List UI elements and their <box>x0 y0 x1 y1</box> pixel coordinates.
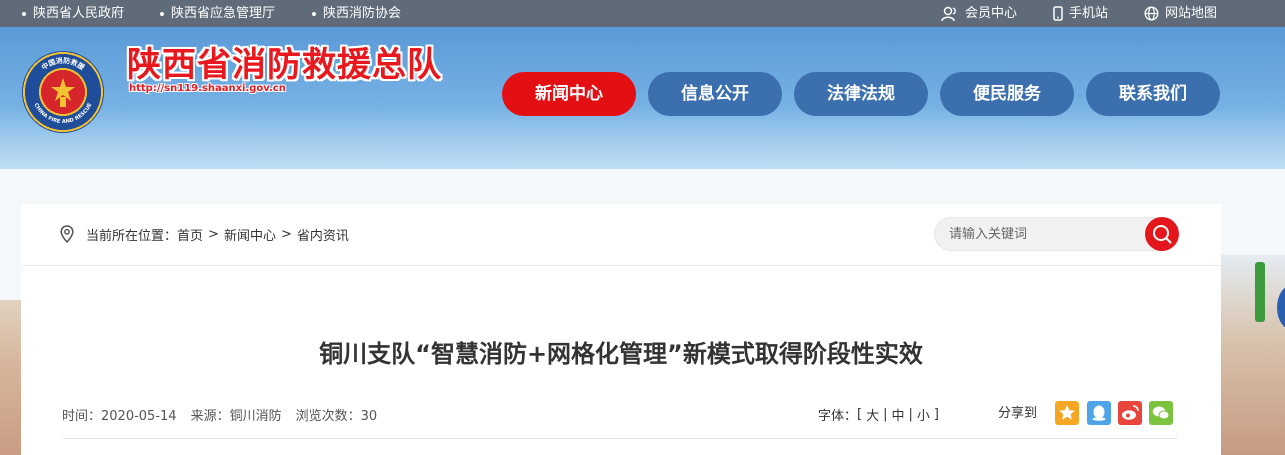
top-link-label: 网站地图 <box>1165 6 1218 21</box>
site-title[interactable]: 陕西省消防救援总队 <box>127 37 442 86</box>
breadcrumb-provincial-news[interactable]: 省内资讯 <box>297 225 349 244</box>
bullet-icon <box>22 11 26 16</box>
top-link-label: 会员中心 <box>965 6 1018 21</box>
globe-icon <box>1144 6 1159 21</box>
svg-text:中国消防救援: 中国消防救援 <box>40 56 87 72</box>
background-photo-left <box>0 300 21 455</box>
publish-time: 时间：2020-05-14 <box>62 408 177 424</box>
emblem-art: 中国消防救援 CHINA FIRE AND RESCUE <box>33 56 94 125</box>
view-count: 浏览次数：30 <box>295 408 378 424</box>
font-size-label: 字体： <box>818 408 858 424</box>
font-size-separator: | <box>908 406 913 422</box>
share-qq-button[interactable] <box>1087 401 1111 425</box>
top-link-label: 陕西省应急管理厅 <box>171 6 276 21</box>
flag-decor <box>1255 262 1265 322</box>
font-size-medium-button[interactable]: 中 <box>892 405 905 424</box>
emblem-top-text: 中国消防救援 <box>40 56 87 72</box>
top-link-fire-association[interactable]: 陕西消防协会 <box>312 0 401 27</box>
font-size-bracket-open: [ <box>857 406 863 422</box>
article-title: 铜川支队“智慧消防+网格化管理”新模式取得阶段性实效 <box>319 340 923 368</box>
share-label: 分享到 <box>998 406 1038 421</box>
site-url: http://sn119.shaanxi.gov.cn <box>129 83 286 94</box>
top-link-label: 陕西省人民政府 <box>33 6 125 21</box>
user-icon <box>941 6 956 21</box>
breadcrumb-home[interactable]: 首页 <box>177 225 203 244</box>
font-size-small-button[interactable]: 小 <box>917 405 930 424</box>
top-link-emergency-dept[interactable]: 陕西省应急管理厅 <box>160 0 275 27</box>
wechat-icon <box>1152 406 1170 420</box>
breadcrumb-separator: > <box>208 226 219 242</box>
nav-laws-regulations[interactable]: 法律法规 <box>794 72 928 116</box>
bullet-icon <box>160 11 164 16</box>
breadcrumb: 当前所在位置： 首页 > 新闻中心 > 省内资讯 <box>60 223 349 245</box>
font-size-large-button[interactable]: 大 <box>866 405 879 424</box>
top-link-label: 手机站 <box>1069 6 1109 21</box>
share-qzone-button[interactable] <box>1055 401 1079 425</box>
weibo-icon <box>1122 405 1139 420</box>
breadcrumb-news-center[interactable]: 新闻中心 <box>224 225 276 244</box>
search-icon <box>1153 225 1172 244</box>
qq-icon <box>1092 405 1106 421</box>
search-button[interactable] <box>1145 217 1179 251</box>
nav-contact-us[interactable]: 联系我们 <box>1086 72 1220 116</box>
font-size-switcher: 字体： [ 大 | 中 | 小 ] <box>818 404 939 424</box>
top-link-member-center[interactable]: 会员中心 <box>941 0 1017 27</box>
top-link-site-map[interactable]: 网站地图 <box>1144 0 1217 27</box>
font-size-separator: | <box>883 406 888 422</box>
top-link-provincial-gov[interactable]: 陕西省人民政府 <box>22 0 124 27</box>
panel-divider <box>21 265 1221 266</box>
location-pin-icon <box>60 225 74 243</box>
nav-info-disclosure[interactable]: 信息公开 <box>648 72 782 116</box>
bullet-icon <box>312 11 316 16</box>
qzone-icon <box>1059 405 1075 420</box>
breadcrumb-separator: > <box>280 226 292 242</box>
header-cloud-backdrop <box>0 107 1285 169</box>
breadcrumb-prefix: 当前所在位置： <box>86 228 178 244</box>
article-meta: 时间：2020-05-14 来源：铜川消防 浏览次数：30 <box>62 404 391 424</box>
fire-rescue-emblem-logo[interactable]: 中国消防救援 CHINA FIRE AND RESCUE <box>22 51 104 133</box>
top-bar: 陕西省人民政府 陕西省应急管理厅 陕西消防协会 会员中心 手机站 网站地图 <box>0 0 1285 27</box>
mobile-icon <box>1053 6 1063 21</box>
meta-divider <box>63 438 1178 439</box>
search-box <box>934 217 1179 251</box>
share-weibo-button[interactable] <box>1118 401 1142 425</box>
share-wechat-button[interactable] <box>1149 401 1173 425</box>
search-input[interactable] <box>949 218 1139 250</box>
top-link-mobile-site[interactable]: 手机站 <box>1053 0 1108 27</box>
nav-news-center[interactable]: 新闻中心 <box>502 72 636 116</box>
nav-public-services[interactable]: 便民服务 <box>940 72 1074 116</box>
font-size-bracket-close: ] <box>933 406 939 422</box>
article-source: 来源：铜川消防 <box>190 408 282 424</box>
top-link-label: 陕西消防协会 <box>323 6 402 21</box>
